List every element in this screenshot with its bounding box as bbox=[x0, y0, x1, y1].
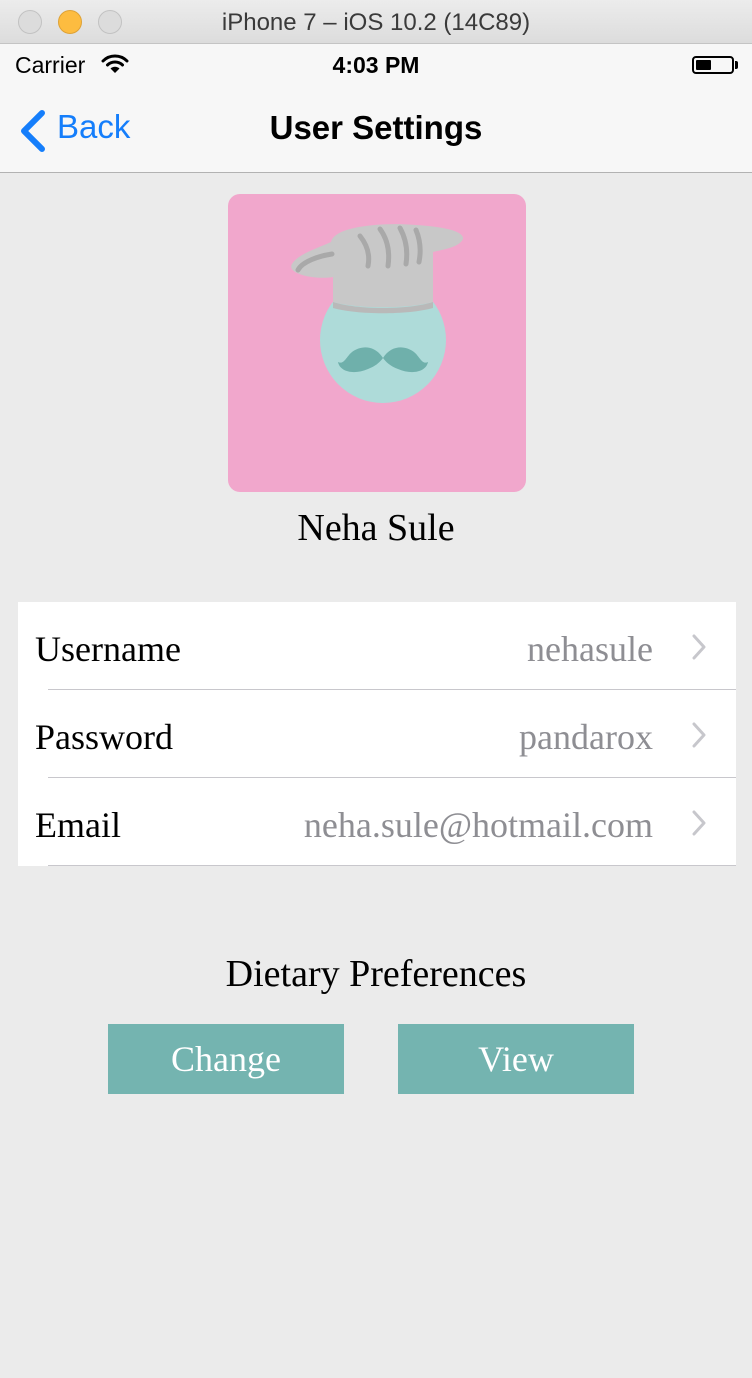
battery-tip bbox=[735, 61, 738, 69]
page-title: User Settings bbox=[269, 109, 483, 146]
window-title: iPhone 7 – iOS 10.2 (14C89) bbox=[221, 9, 531, 36]
row-separator bbox=[48, 865, 736, 866]
row-label: Email bbox=[35, 805, 121, 845]
chevron-right-icon bbox=[692, 810, 706, 836]
view-preferences-button[interactable]: View bbox=[398, 1024, 634, 1094]
profile-name: Neha Sule bbox=[297, 507, 455, 549]
settings-row-email[interactable]: Email neha.sule@hotmail.com bbox=[18, 778, 736, 866]
row-value: neha.sule@hotmail.com bbox=[303, 805, 653, 845]
window-titlebar: iPhone 7 – iOS 10.2 (14C89) bbox=[0, 0, 752, 44]
row-value: pandarox bbox=[519, 717, 653, 757]
settings-row-password[interactable]: Password pandarox bbox=[18, 690, 736, 778]
chef-avatar-icon bbox=[291, 224, 464, 403]
row-label: Username bbox=[35, 629, 181, 669]
chevron-right-icon bbox=[692, 634, 706, 660]
row-label: Password bbox=[35, 717, 174, 757]
chevron-right-icon bbox=[692, 722, 706, 748]
profile-avatar[interactable] bbox=[228, 194, 526, 492]
status-bar: Carrier 4:03 PM bbox=[0, 44, 752, 84]
dietary-preferences-title: Dietary Preferences bbox=[225, 953, 527, 995]
battery-level bbox=[696, 60, 711, 70]
navigation-bar: Back User Settings bbox=[0, 84, 752, 173]
settings-table: Username nehasule Password pandarox Emai… bbox=[18, 602, 736, 866]
status-time: 4:03 PM bbox=[332, 52, 420, 78]
change-preferences-button[interactable]: Change bbox=[108, 1024, 344, 1094]
battery-icon bbox=[692, 56, 734, 74]
row-value: nehasule bbox=[527, 629, 653, 669]
settings-row-username[interactable]: Username nehasule bbox=[18, 602, 736, 690]
